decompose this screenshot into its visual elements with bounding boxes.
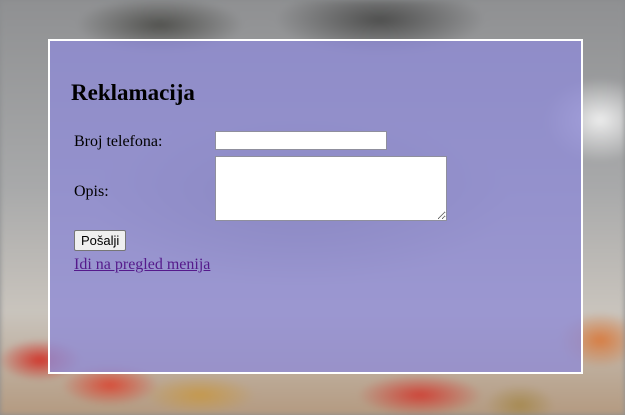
menu-overview-link[interactable]: Idi na pregled menija xyxy=(74,256,210,274)
submit-button[interactable]: Pošalji xyxy=(74,230,127,251)
description-textarea[interactable] xyxy=(215,156,447,221)
phone-label: Broj telefona: xyxy=(74,133,163,150)
description-label: Opis: xyxy=(74,183,109,200)
phone-input[interactable] xyxy=(215,131,387,150)
complaint-form-panel: Reklamacija Broj telefona: Opis: Pošalji… xyxy=(48,39,583,374)
page-title: Reklamacija xyxy=(71,80,195,105)
